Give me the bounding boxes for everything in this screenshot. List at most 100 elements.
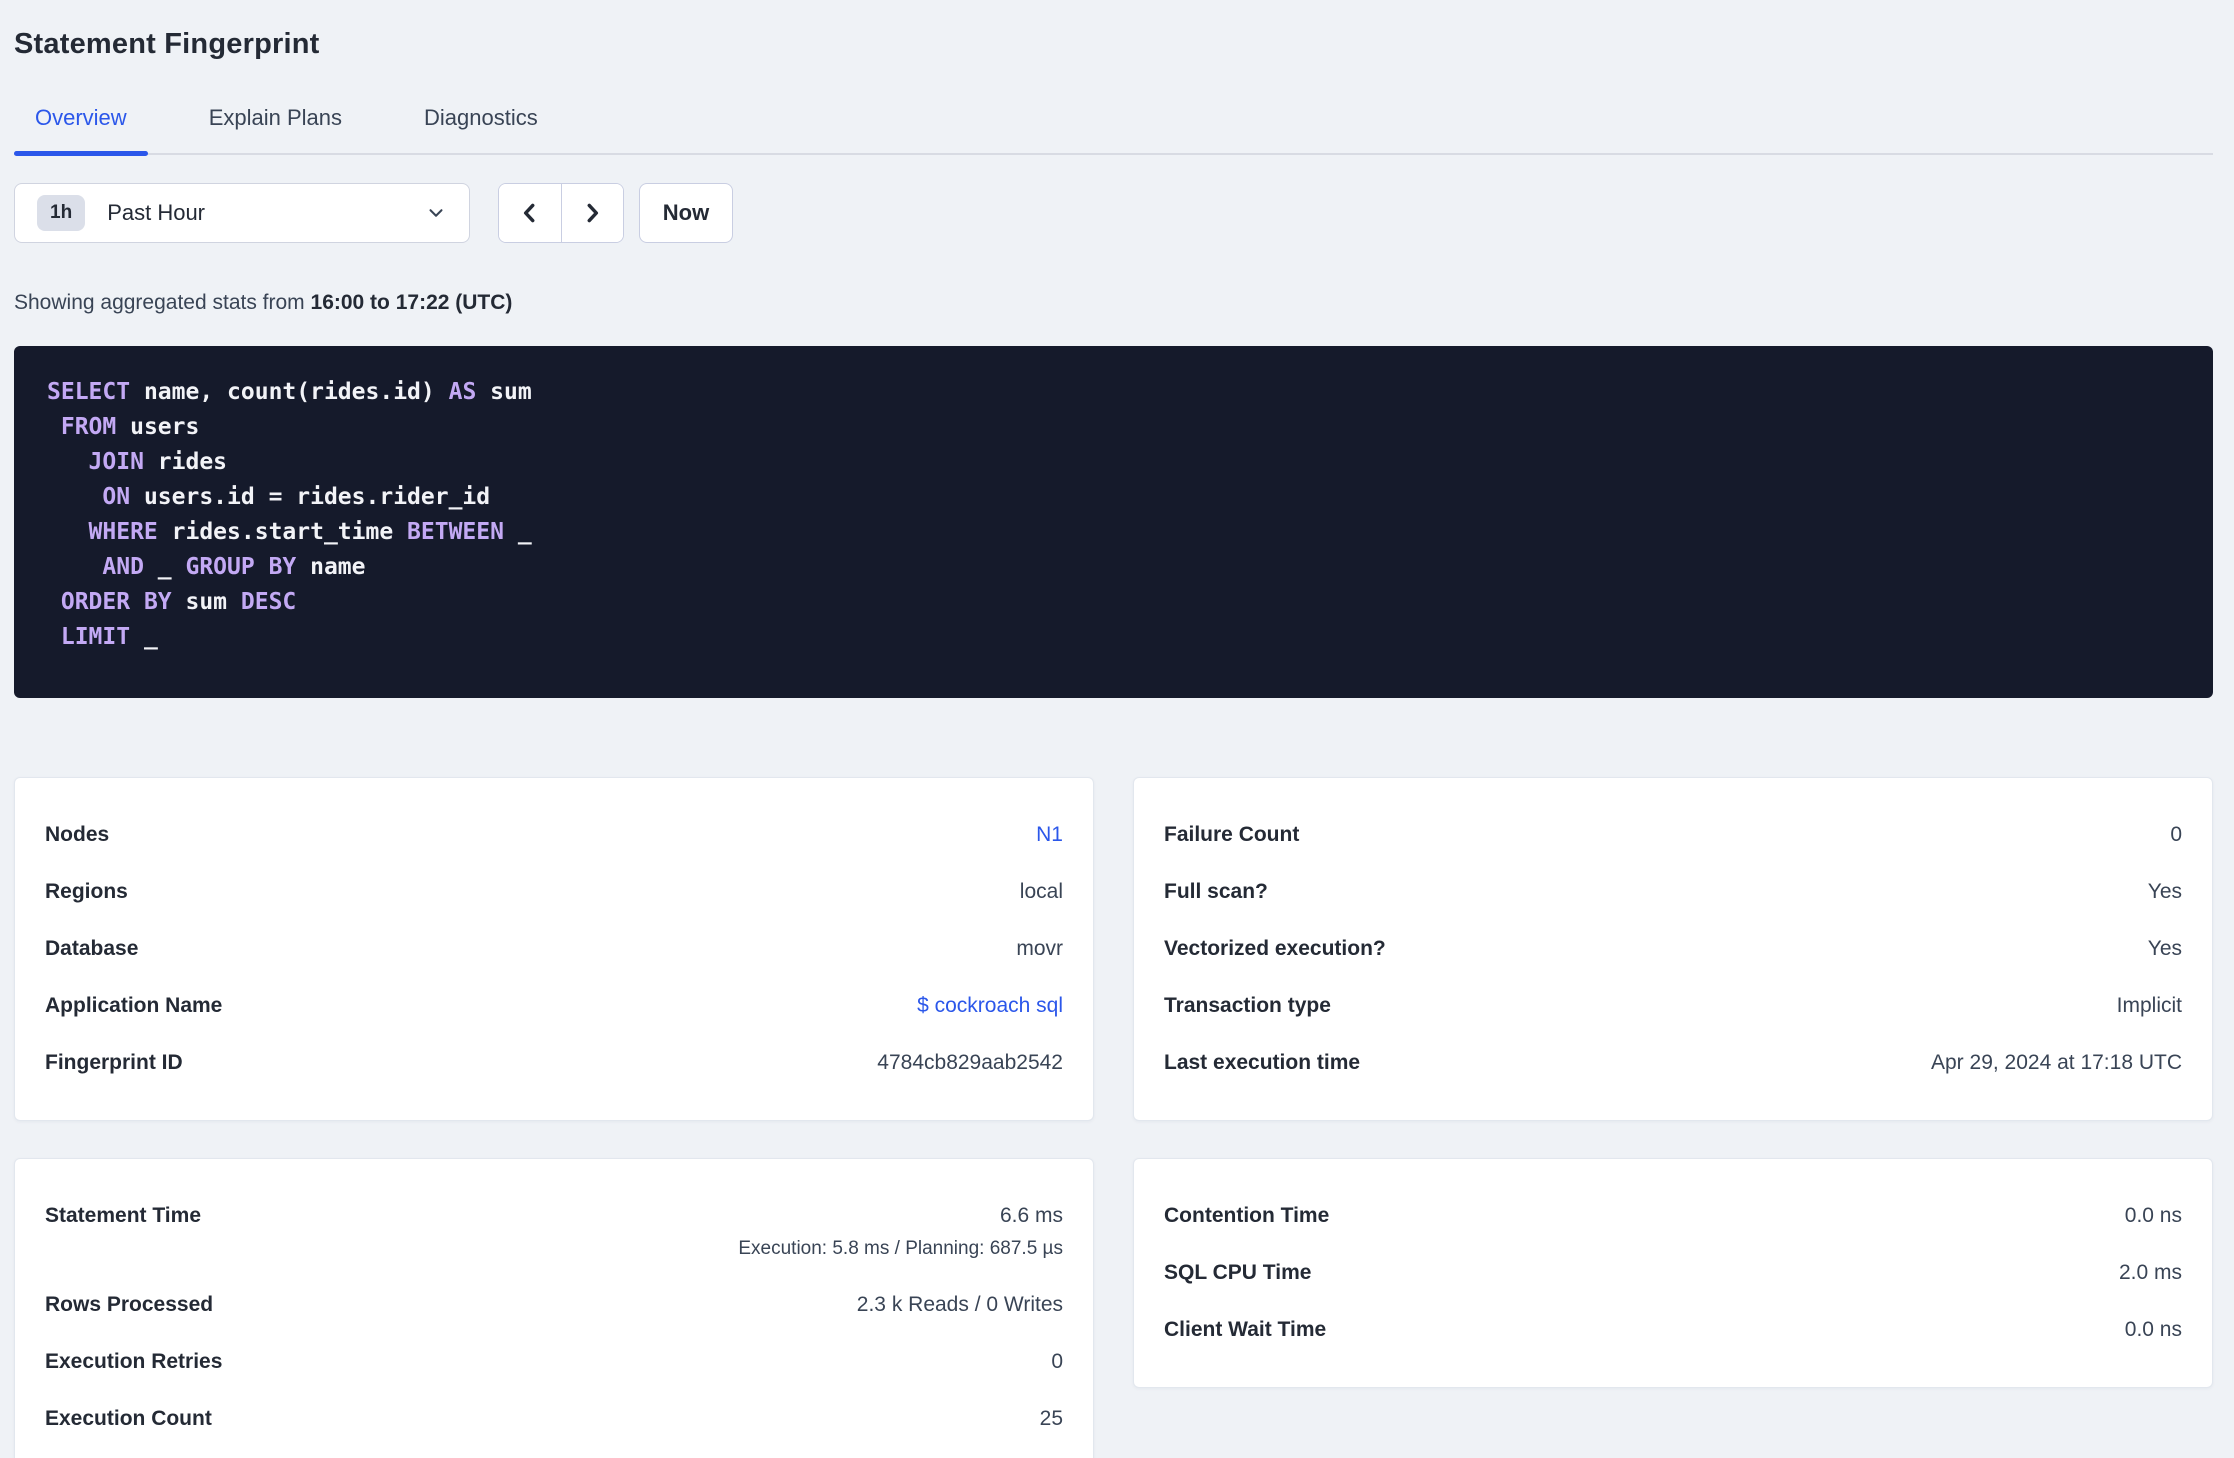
row-database: Database movr xyxy=(45,937,1063,961)
sql-token: _ xyxy=(143,554,186,580)
stats-caption: Showing aggregated stats from 16:00 to 1… xyxy=(14,291,2213,315)
row-transaction-type: Transaction type Implicit xyxy=(1164,994,2182,1018)
row-regions: Regions local xyxy=(45,880,1063,904)
interval-arrow-group xyxy=(498,183,624,243)
previous-interval-button[interactable] xyxy=(499,184,562,242)
full-scan-label: Full scan? xyxy=(1164,880,1268,903)
row-last-execution-time: Last execution time Apr 29, 2024 at 17:1… xyxy=(1164,1051,2182,1075)
sql-token: name, count(rides.id) xyxy=(130,379,449,405)
row-nodes: Nodes N1 xyxy=(45,823,1063,847)
row-full-scan: Full scan? Yes xyxy=(1164,880,2182,904)
sql-statement-box: SELECT name, count(rides.id) AS sum FROM… xyxy=(14,346,2213,698)
client-wait-time-label: Client Wait Time xyxy=(1164,1318,1327,1341)
application-name-label: Application Name xyxy=(45,994,223,1017)
row-sql-cpu-time: SQL CPU Time 2.0 ms xyxy=(1164,1261,2182,1285)
sql-keyword: DESC xyxy=(240,589,297,615)
statement-fingerprint-page: Statement Fingerprint Overview Explain P… xyxy=(0,0,2234,1458)
sql-line: JOIN rides xyxy=(47,445,2180,480)
regions-label: Regions xyxy=(45,880,128,903)
sql-token: users.id = rides.rider_id xyxy=(130,484,491,510)
rows-processed-label: Rows Processed xyxy=(45,1293,214,1316)
row-execution-retries: Execution Retries 0 xyxy=(45,1350,1063,1374)
sql-statement: SELECT name, count(rides.id) AS sum FROM… xyxy=(47,375,2180,655)
transaction-type-value: Implicit xyxy=(2116,994,2182,1017)
row-client-wait-time: Client Wait Time 0.0 ns xyxy=(1164,1318,2182,1342)
database-value: movr xyxy=(1016,937,1063,960)
sql-line: FROM users xyxy=(47,410,2180,445)
sql-line: LIMIT _ xyxy=(47,620,2180,655)
nodes-label: Nodes xyxy=(45,823,110,846)
sql-token: rides xyxy=(143,449,228,475)
contention-time-value: 0.0 ns xyxy=(2124,1204,2182,1227)
client-wait-time-value: 0.0 ns xyxy=(2124,1318,2182,1341)
next-interval-button[interactable] xyxy=(561,184,623,242)
row-failure-count: Failure Count 0 xyxy=(1164,823,2182,847)
row-contention-time: Contention Time 0.0 ns xyxy=(1164,1204,2182,1228)
sql-token: rides.start_time xyxy=(157,519,408,545)
sql-keyword: BETWEEN xyxy=(407,519,504,545)
tab-diagnostics[interactable]: Diagnostics xyxy=(403,105,559,153)
card-execution-attributes: Failure Count 0 Full scan? Yes Vectorize… xyxy=(1133,777,2213,1121)
time-toolbar: 1h Past Hour Now xyxy=(14,183,2213,243)
execution-count-label: Execution Count xyxy=(45,1407,212,1430)
sql-keyword: SELECT xyxy=(47,379,131,405)
sql-token: sum xyxy=(171,589,241,615)
tab-explain-plans[interactable]: Explain Plans xyxy=(188,105,363,153)
row-execution-count: Execution Count 25 xyxy=(45,1407,1063,1431)
vectorized-execution-label: Vectorized execution? xyxy=(1164,937,1386,960)
execution-count-value: 25 xyxy=(1039,1407,1063,1430)
interval-badge: 1h xyxy=(37,195,86,231)
sql-token: sum xyxy=(476,379,532,405)
row-fingerprint-id: Fingerprint ID 4784cb829aab2542 xyxy=(45,1051,1063,1075)
stats-caption-range: 16:00 to 17:22 (UTC) xyxy=(310,291,513,314)
page-title: Statement Fingerprint xyxy=(14,28,320,60)
sql-line: WHERE rides.start_time BETWEEN _ xyxy=(47,515,2180,550)
statement-time-breakdown: Execution: 5.8 ms / Planning: 687.5 µs xyxy=(738,1238,1063,1259)
sql-token: _ xyxy=(130,624,158,650)
card-wait-timing: Contention Time 0.0 ns SQL CPU Time 2.0 … xyxy=(1133,1158,2213,1388)
contention-time-label: Contention Time xyxy=(1164,1204,1330,1227)
sql-keyword: GROUP BY xyxy=(185,554,297,580)
chevron-down-icon xyxy=(425,202,447,224)
sql-keyword: FROM xyxy=(60,414,117,440)
execution-retries-value: 0 xyxy=(1051,1350,1063,1373)
sql-token: _ xyxy=(503,519,532,545)
time-interval-picker[interactable]: 1h Past Hour xyxy=(14,183,470,243)
failure-count-value: 0 xyxy=(2170,823,2182,846)
card-statement-timing: Statement Time 6.6 ms Execution: 5.8 ms … xyxy=(14,1158,1094,1458)
interval-label: Past Hour xyxy=(107,200,206,225)
statement-time-value: 6.6 ms xyxy=(999,1204,1063,1227)
nodes-value-link[interactable]: N1 xyxy=(1036,823,1063,847)
sql-keyword: AND xyxy=(102,554,144,580)
now-button[interactable]: Now xyxy=(639,183,733,243)
sql-cpu-time-label: SQL CPU Time xyxy=(1164,1261,1312,1284)
sql-token: name xyxy=(296,554,366,580)
fingerprint-id-value: 4784cb829aab2542 xyxy=(877,1051,1063,1074)
transaction-type-label: Transaction type xyxy=(1164,994,1331,1017)
application-name-link[interactable]: $ cockroach sql xyxy=(917,994,1063,1018)
sql-line: ON users.id = rides.rider_id xyxy=(47,480,2180,515)
sql-keyword: WHERE xyxy=(88,519,158,545)
card-statement-details: Nodes N1 Regions local Database movr App… xyxy=(14,777,1094,1121)
database-label: Database xyxy=(45,937,139,960)
stats-caption-prefix: Showing aggregated stats from xyxy=(14,291,311,314)
last-execution-time-value: Apr 29, 2024 at 17:18 UTC xyxy=(1931,1051,2182,1074)
sql-line: SELECT name, count(rides.id) AS sum xyxy=(47,375,2180,410)
sql-keyword: LIMIT xyxy=(60,624,131,650)
sql-keyword: ORDER BY xyxy=(60,589,172,615)
sql-keyword: JOIN xyxy=(88,449,144,475)
row-rows-processed: Rows Processed 2.3 k Reads / 0 Writes xyxy=(45,1293,1063,1317)
fingerprint-id-label: Fingerprint ID xyxy=(45,1051,183,1074)
full-scan-value: Yes xyxy=(2147,880,2182,903)
sql-line: AND _ GROUP BY name xyxy=(47,550,2180,585)
failure-count-label: Failure Count xyxy=(1164,823,1300,846)
row-statement-time: Statement Time 6.6 ms Execution: 5.8 ms … xyxy=(45,1204,1063,1260)
tab-overview[interactable]: Overview xyxy=(14,105,148,156)
